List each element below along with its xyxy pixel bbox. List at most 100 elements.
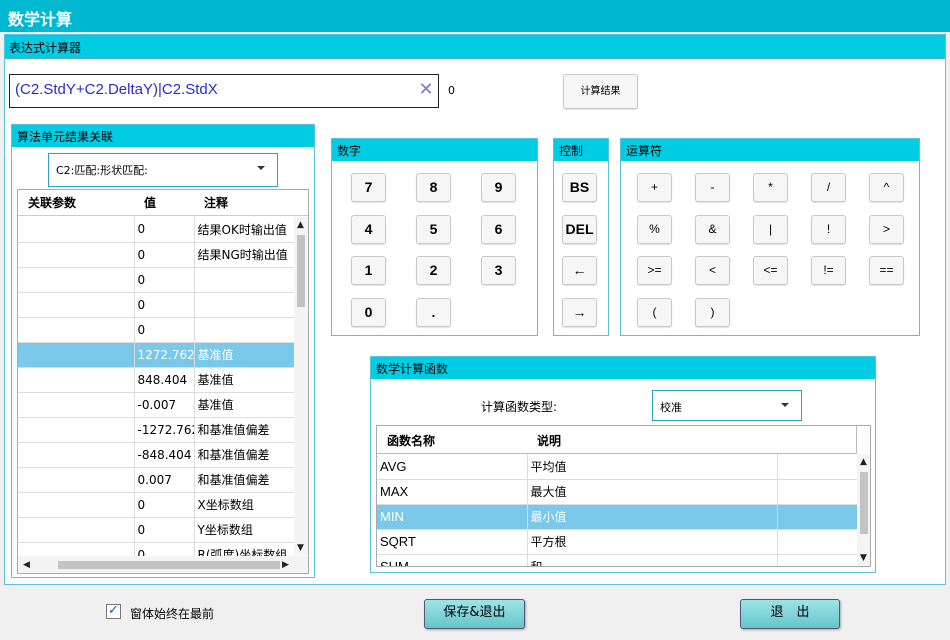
operator-key[interactable]: >= xyxy=(637,256,672,285)
operator-key[interactable]: < xyxy=(695,256,730,285)
scrollbar-thumb[interactable] xyxy=(860,472,868,534)
table-row-selected[interactable]: MIN 最小值 xyxy=(377,504,858,530)
table-row[interactable]: 0 Y坐标数组 xyxy=(18,517,295,543)
param-cell[interactable] xyxy=(18,242,135,268)
digit-key[interactable]: 2 xyxy=(416,256,451,285)
function-name-cell: AVG xyxy=(377,454,528,480)
always-on-top-checkbox[interactable]: ✓ xyxy=(106,604,121,619)
function-type-select[interactable]: 校准 xyxy=(652,390,802,421)
note-cell: 和基准值偏差 xyxy=(194,467,295,493)
operator-key[interactable]: ) xyxy=(695,298,730,327)
param-cell[interactable] xyxy=(18,267,135,293)
operator-key[interactable]: <= xyxy=(753,256,788,285)
value-cell: -0.007 xyxy=(134,392,195,418)
table-row[interactable]: 0 结果NG时输出值 xyxy=(18,242,295,268)
control-panel-header: 控制 xyxy=(554,139,608,161)
param-cell[interactable] xyxy=(18,442,135,468)
table-row[interactable]: MAX 最大值 xyxy=(377,479,858,505)
param-cell[interactable] xyxy=(18,467,135,493)
table-row[interactable]: AVG 平均值 xyxy=(377,454,858,480)
operator-key[interactable]: / xyxy=(811,173,846,202)
operator-key[interactable]: & xyxy=(695,215,730,244)
digit-key[interactable]: 7 xyxy=(351,173,386,202)
cursor-right-key[interactable]: → xyxy=(562,298,597,327)
scroll-left-icon[interactable]: ◀ xyxy=(23,560,30,570)
operator-key[interactable]: * xyxy=(753,173,788,202)
digit-key[interactable]: 3 xyxy=(481,256,516,285)
table-row[interactable]: 0 结果OK时输出值 xyxy=(18,217,295,243)
operator-key[interactable]: == xyxy=(869,256,904,285)
algorithm-selector[interactable]: C2:匹配:形状匹配: xyxy=(48,153,278,187)
table-row[interactable]: 0 xyxy=(18,267,295,293)
digit-key[interactable]: 4 xyxy=(351,215,386,244)
exit-button[interactable]: 退 出 xyxy=(740,599,840,629)
table-row[interactable]: SQRT 平方根 xyxy=(377,529,858,555)
delete-key[interactable]: DEL xyxy=(562,215,597,244)
param-cell[interactable] xyxy=(18,317,135,343)
scroll-down-icon[interactable]: ▼ xyxy=(297,543,304,553)
operator-key[interactable]: ^ xyxy=(869,173,904,202)
table-row[interactable]: 848.404 基准值 xyxy=(18,367,295,393)
column-header: 关联参数 xyxy=(28,196,77,210)
digit-key[interactable]: 0 xyxy=(351,298,386,327)
horizontal-scrollbar[interactable]: ◀ ▶ xyxy=(18,556,308,573)
param-cell[interactable] xyxy=(18,492,135,518)
operator-key[interactable]: ! xyxy=(811,215,846,244)
scrollbar-thumb[interactable] xyxy=(297,235,305,307)
note-cell: 和基准值偏差 xyxy=(194,417,295,443)
scroll-right-icon[interactable]: ▶ xyxy=(282,560,289,570)
operator-key[interactable]: - xyxy=(695,173,730,202)
table-row[interactable]: -0.007 基准值 xyxy=(18,392,295,418)
scrollbar-thumb[interactable] xyxy=(58,561,280,569)
algorithm-panel-header: 算法单元结果关联 xyxy=(12,125,314,147)
clear-icon[interactable]: ✕ xyxy=(418,80,434,100)
operator-key[interactable]: % xyxy=(637,215,672,244)
value-cell: 848.404 xyxy=(134,367,195,393)
column-header: 说明 xyxy=(537,434,562,448)
table-row[interactable]: -848.404 和基准值偏差 xyxy=(18,442,295,468)
param-cell[interactable] xyxy=(18,217,135,243)
param-cell[interactable] xyxy=(18,342,135,368)
cursor-left-key[interactable]: ← xyxy=(562,256,597,285)
vertical-scrollbar[interactable]: ▲ ▼ xyxy=(294,217,308,555)
table-row[interactable]: -1272.762 和基准值偏差 xyxy=(18,417,295,443)
digit-key[interactable]: 9 xyxy=(481,173,516,202)
value-cell: 0 xyxy=(134,242,195,268)
functions-table: AVG 平均值 MAX 最大值 MIN 最小值 SQRT 平方根 SUM 和 xyxy=(377,454,858,566)
save-exit-button[interactable]: 保存&退出 xyxy=(424,599,525,629)
scroll-up-icon[interactable]: ▲ xyxy=(860,457,867,467)
operator-key[interactable]: != xyxy=(811,256,846,285)
digits-panel-header: 数字 xyxy=(332,139,537,161)
table-row[interactable]: SUM 和 xyxy=(377,554,858,566)
digit-key[interactable]: 1 xyxy=(351,256,386,285)
table-row-selected[interactable]: 1272.762 基准值 xyxy=(18,342,295,368)
scroll-down-icon[interactable]: ▼ xyxy=(860,553,867,563)
scroll-up-icon[interactable]: ▲ xyxy=(297,220,304,230)
digit-key[interactable]: 6 xyxy=(481,215,516,244)
param-cell[interactable] xyxy=(18,417,135,443)
vertical-scrollbar[interactable]: ▲ ▼ xyxy=(857,454,870,566)
backspace-key[interactable]: BS xyxy=(562,173,597,202)
expression-input[interactable]: (C2.StdY+C2.DeltaY)|C2.StdX xyxy=(9,74,439,108)
note-cell xyxy=(194,267,295,293)
table-row[interactable]: 0 X坐标数组 xyxy=(18,492,295,518)
value-cell: -848.404 xyxy=(134,442,195,468)
function-type-value: 校准 xyxy=(660,401,682,414)
decimal-key[interactable]: . xyxy=(416,298,451,327)
operator-key[interactable]: + xyxy=(637,173,672,202)
param-cell[interactable] xyxy=(18,292,135,318)
result-value: 0 xyxy=(448,84,455,97)
param-cell[interactable] xyxy=(18,392,135,418)
operator-panel-header: 运算符 xyxy=(621,139,919,161)
operator-key[interactable]: | xyxy=(753,215,788,244)
digit-key[interactable]: 5 xyxy=(416,215,451,244)
table-row[interactable]: 0.007 和基准值偏差 xyxy=(18,467,295,493)
table-row[interactable]: 0 xyxy=(18,317,295,343)
param-cell[interactable] xyxy=(18,517,135,543)
operator-key[interactable]: ( xyxy=(637,298,672,327)
table-row[interactable]: 0 xyxy=(18,292,295,318)
operator-key[interactable]: > xyxy=(869,215,904,244)
calculate-button[interactable]: 计算结果 xyxy=(563,74,638,109)
param-cell[interactable] xyxy=(18,367,135,393)
digit-key[interactable]: 8 xyxy=(416,173,451,202)
